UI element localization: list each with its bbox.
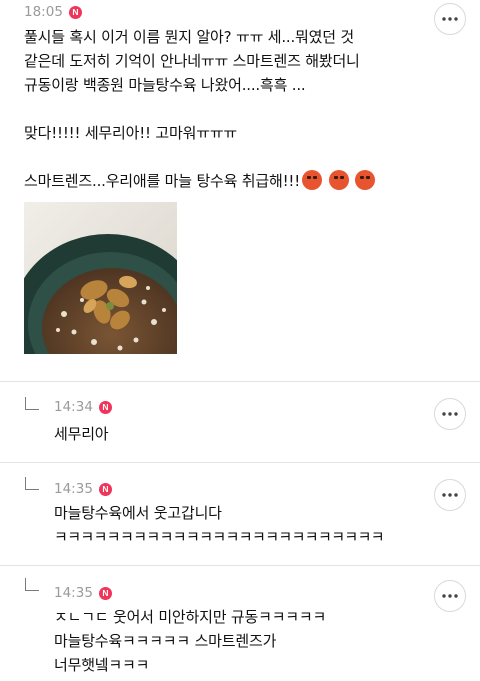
post-line: 규동이랑 백종원 마늘탕수육 나왔어....흑흑 ... [24,76,306,94]
reply-more-button[interactable] [434,479,466,511]
reply-meta: 14:35 N [54,481,112,497]
reply-line: ㅋㅋㅋㅋㅋㅋㅋㅋㅋㅋㅋㅋㅋㅋㅋㅋㅋㅋㅋㅋㅋㅋㅋㅋㅋ [54,528,385,546]
post-body: 풀시들 혹시 이거 이름 뭔지 알아? ㅠㅠ 세...뭐였던 것 같은데 도저히… [24,25,444,193]
post-line: 풀시들 혹시 이거 이름 뭔지 알아? ㅠㅠ 세...뭐였던 것 [24,28,355,46]
reply-line: 너무햇넼ㅋㅋㅋ [54,656,150,674]
plant-photo-image [24,202,177,354]
post-time: 18:05 [24,4,63,20]
more-dots-icon [442,17,458,21]
reply-time: 14:35 [54,585,93,601]
reply-meta: 14:35 N [54,585,112,601]
reply-body: 세무리아 [54,422,109,446]
post-line: 스마트렌즈...우리애를 마늘 탕수육 취급해!!! [24,172,301,190]
reply-body: 마늘탕수육에서 웃고갑니다 ㅋㅋㅋㅋㅋㅋㅋㅋㅋㅋㅋㅋㅋㅋㅋㅋㅋㅋㅋㅋㅋㅋㅋㅋㅋ [54,501,385,549]
reply-arrow-icon [25,578,39,591]
post-meta: 18:05 N [24,4,82,20]
more-dots-icon [442,412,458,416]
reply-line: 마늘탕수육ㅋㅋㅋㅋㅋ 스마트렌즈가 [54,632,277,650]
reply-time: 14:34 [54,399,93,415]
reply-arrow-icon [25,477,39,490]
post-line-with-emoji: 스마트렌즈...우리애를 마늘 탕수육 취급해!!! [24,169,444,193]
new-badge-icon: N [98,400,112,414]
reply-body: ㅈㄴㄱㄷ 웃어서 미안하지만 규동ㅋㅋㅋㅋㅋ 마늘탕수육ㅋㅋㅋㅋㅋ 스마트렌즈가… [54,605,326,677]
angry-face-icon [328,170,349,190]
new-badge-icon: N [68,5,82,19]
post-line: 맞다!!!!! 세무리아!! 고마워ㅠㅠㅠ [24,124,238,142]
reply-line: 세무리아 [54,425,109,443]
reply-meta: 14:34 N [54,399,112,415]
more-dots-icon [442,493,458,497]
reply-line: 마늘탕수육에서 웃고갑니다 [54,504,222,522]
reply-more-button[interactable] [434,398,466,430]
angry-face-icon [355,170,376,190]
post-more-button[interactable] [434,3,466,35]
divider [0,462,480,463]
new-badge-icon: N [98,586,112,600]
plant-photo[interactable] [24,202,177,354]
reply-more-button[interactable] [434,580,466,612]
reply-time: 14:35 [54,481,93,497]
divider [0,565,480,566]
angry-face-icon [302,170,323,190]
reply-arrow-icon [25,397,39,410]
post-line: 같은데 도저히 기억이 안나네ㅠㅠ 스마트렌즈 해봤더니 [24,52,360,70]
more-dots-icon [442,594,458,598]
reply-line: ㅈㄴㄱㄷ 웃어서 미안하지만 규동ㅋㅋㅋㅋㅋ [54,608,327,626]
new-badge-icon: N [98,482,112,496]
divider [0,381,480,382]
